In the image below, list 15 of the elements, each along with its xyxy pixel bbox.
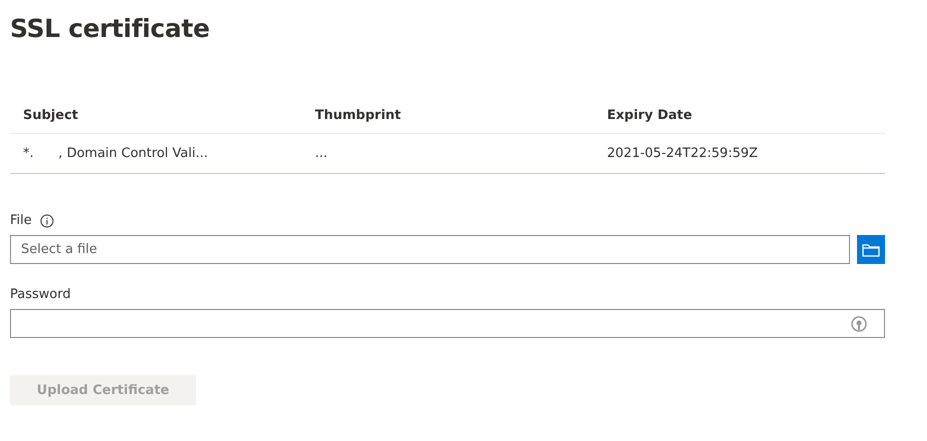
key-icon[interactable] xyxy=(850,314,868,332)
table-cell: 2021-05-24T22:59:59Z xyxy=(594,134,885,174)
info-icon[interactable] xyxy=(40,214,54,228)
browse-button[interactable] xyxy=(857,235,885,264)
field-label: Password xyxy=(10,287,71,302)
field-label: File xyxy=(10,213,32,228)
column-header: Thumbprint xyxy=(302,97,594,134)
column-header: Expiry Date xyxy=(594,97,885,134)
table-cell: *. , Domain Control Vali... xyxy=(10,134,302,174)
page-title: SSL certificate xyxy=(10,14,211,43)
table-cell: ... xyxy=(302,134,594,174)
folder-icon xyxy=(862,242,880,256)
password-field[interactable] xyxy=(10,309,885,338)
column-header: Subject xyxy=(10,97,302,134)
file-field[interactable]: Select a file xyxy=(10,235,850,264)
